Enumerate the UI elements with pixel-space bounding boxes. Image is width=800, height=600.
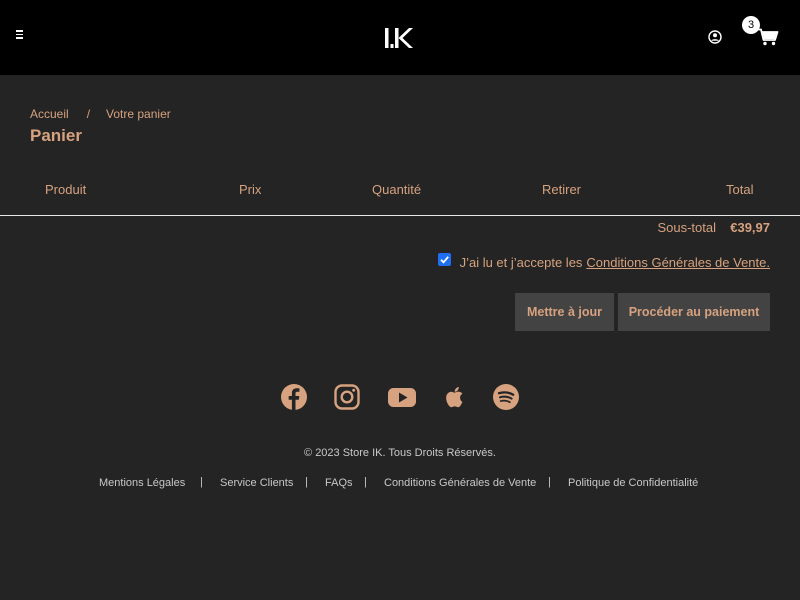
- update-cart-button[interactable]: Mettre à jour: [515, 293, 614, 331]
- page-title: Panier: [30, 126, 82, 145]
- terms-checkbox[interactable]: [437, 253, 451, 266]
- footer-link-terms[interactable]: Conditions Générales de Vente: [384, 477, 536, 489]
- column-header-product: Produit: [45, 182, 87, 197]
- spotify-icon[interactable]: [492, 383, 520, 411]
- breadcrumb-separator: /: [86, 107, 91, 121]
- footer-separator: |: [364, 476, 367, 488]
- store-logo[interactable]: [384, 28, 414, 53]
- site-header: 3: [0, 0, 800, 75]
- footer-link-faqs[interactable]: FAQs: [325, 477, 353, 489]
- footer-separator: |: [200, 476, 203, 488]
- table-divider: [0, 215, 800, 216]
- column-header-quantity: Quantité: [372, 182, 422, 197]
- breadcrumb: Accueil / Votre panier: [30, 107, 171, 121]
- column-header-remove: Retirer: [542, 182, 582, 197]
- footer-separator: |: [548, 476, 551, 488]
- column-header-total: Total: [726, 182, 754, 197]
- column-header-price: Prix: [239, 182, 262, 197]
- copyright-notice: © 2023 Store IK. Tous Droits Réservés.: [304, 447, 496, 459]
- subtotal-label: Sous-total: [657, 220, 716, 235]
- footer-separator: |: [305, 476, 308, 488]
- checkout-button[interactable]: Procéder au paiement: [618, 293, 770, 331]
- footer-link-customer-service[interactable]: Service Clients: [220, 477, 293, 489]
- cart-count-badge: 3: [742, 16, 760, 34]
- facebook-icon[interactable]: [280, 383, 308, 411]
- terms-link[interactable]: Conditions Générales de Vente.: [586, 255, 770, 270]
- breadcrumb-home-link[interactable]: Accueil: [30, 107, 69, 121]
- footer-link-privacy[interactable]: Politique de Confidentialité: [568, 477, 698, 489]
- breadcrumb-current: Votre panier: [106, 107, 171, 121]
- user-account-icon[interactable]: [708, 30, 722, 49]
- subtotal-value: €39,97: [730, 220, 770, 235]
- hamburger-menu-icon[interactable]: [16, 30, 24, 39]
- youtube-icon[interactable]: [387, 383, 417, 411]
- shopping-cart-icon[interactable]: [757, 28, 779, 51]
- footer-link-legal[interactable]: Mentions Légales: [99, 477, 185, 489]
- terms-text: J’ai lu et j’accepte les: [459, 255, 583, 270]
- instagram-icon[interactable]: [333, 383, 361, 411]
- apple-icon[interactable]: [441, 383, 469, 411]
- terms-acceptance: J’ai lu et j’accepte les Conditions Géné…: [437, 253, 770, 270]
